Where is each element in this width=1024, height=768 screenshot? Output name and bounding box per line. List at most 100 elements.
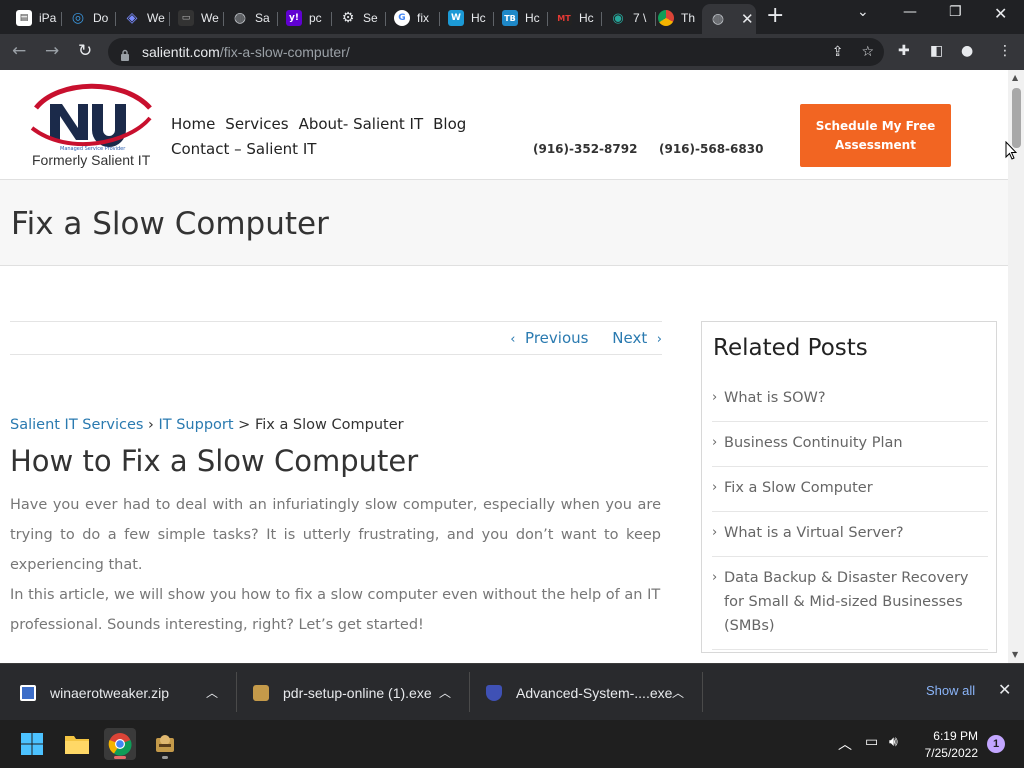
network-icon[interactable]: ▭ <box>865 734 878 750</box>
scroll-up-arrow-icon[interactable]: ▲ <box>1012 73 1018 82</box>
title-band: Fix a Slow Computer <box>0 180 1008 266</box>
windows-favicon-icon: ◈ <box>126 10 138 26</box>
tb-favicon-icon: TB <box>502 10 518 26</box>
related-posts-list: › What is SOW? › Business Continuity Plan … <box>712 377 988 650</box>
nav-services[interactable]: Services <box>225 115 288 133</box>
schedule-assessment-button[interactable]: Schedule My Free Assessment <box>800 104 951 167</box>
chevron-right-icon: › <box>712 435 718 450</box>
previous-post-link[interactable]: ‹ Previous <box>510 329 588 347</box>
share-icon[interactable]: ⇪ <box>832 44 844 60</box>
chevron-right-icon: › <box>712 525 718 540</box>
system-clock[interactable]: 6:19 PM 7/25/2022 <box>918 728 978 762</box>
back-button[interactable]: ← <box>12 41 26 61</box>
chevron-left-icon: ‹ <box>510 332 516 347</box>
side-panel-icon[interactable]: ◧ <box>930 43 943 59</box>
post-pager: ‹ Previous Next › <box>10 321 662 355</box>
nav-about[interactable]: About- Salient IT <box>299 115 424 133</box>
installer-file-icon <box>253 684 269 701</box>
clock-time: 6:19 PM <box>933 729 978 743</box>
chevron-right-icon: › <box>712 570 718 585</box>
related-post-link[interactable]: › Data Backup & Disaster Recovery for Sma… <box>712 557 988 650</box>
breadcrumb: Salient IT Services › IT Support > Fix a… <box>10 417 404 433</box>
close-icon[interactable]: ✕ <box>998 680 1011 699</box>
browser-tab[interactable]: MT Hc <box>548 4 602 32</box>
restore-button[interactable]: ❐ <box>949 4 962 20</box>
browser-tab[interactable]: ⚙ Se <box>332 4 386 32</box>
edge-favicon-icon: ◎ <box>71 10 85 26</box>
browser-tab-active[interactable]: ◍ ✕ <box>702 4 756 34</box>
related-post-link[interactable]: › Business Continuity Plan <box>712 422 988 467</box>
page-title: Fix a Slow Computer <box>11 206 329 242</box>
lock-icon <box>120 46 130 61</box>
chevron-up-icon[interactable]: ︿ <box>672 684 684 701</box>
related-post-link[interactable]: › Fix a Slow Computer <box>712 467 988 512</box>
nav-blog[interactable]: Blog <box>433 115 466 133</box>
shield-file-icon <box>486 684 502 701</box>
show-all-downloads-button[interactable]: Show all <box>926 683 975 698</box>
next-post-link[interactable]: Next › <box>612 329 662 347</box>
extensions-icon[interactable]: ✚ <box>898 43 910 59</box>
start-button[interactable] <box>16 728 48 760</box>
show-hidden-icons-chevron-icon[interactable]: ︿ <box>838 734 852 754</box>
tab-search-icon[interactable]: ⌄ <box>857 4 869 20</box>
chrome-favicon-icon <box>658 10 674 26</box>
installer-taskbar-button[interactable] <box>149 728 181 760</box>
file-explorer-button[interactable] <box>61 728 93 760</box>
folder-icon <box>65 736 89 754</box>
forward-button[interactable]: → <box>45 41 59 61</box>
close-window-button[interactable]: ✕ <box>994 4 1007 23</box>
chevron-right-icon: › <box>656 332 662 347</box>
chevron-right-icon: › <box>712 390 718 405</box>
phone-number-2[interactable]: (916)-568-6830 <box>659 142 763 156</box>
browser-tab[interactable]: Gfix <box>386 4 440 32</box>
address-bar[interactable]: salientit.com/fix-a-slow-computer/ ⇪ ☆ <box>108 38 884 66</box>
minimize-button[interactable]: — <box>903 4 917 20</box>
browser-tab[interactable]: Th <box>650 4 704 32</box>
browser-tab[interactable]: ◍ Sa <box>224 4 278 32</box>
scroll-down-arrow-icon[interactable]: ▼ <box>1012 650 1018 659</box>
yahoo-favicon-icon: y! <box>286 10 302 26</box>
phone-number-1[interactable]: (916)-352-8792 <box>533 142 637 156</box>
browser-tab[interactable]: ◎ Do <box>62 4 116 32</box>
browser-tab[interactable]: TB Hc <box>494 4 548 32</box>
globe-favicon-icon: ◍ <box>711 11 725 27</box>
site-header: Managed Service Provider Formerly Salien… <box>0 70 1008 180</box>
browser-tab-strip: ▤ iPa ◎ Do ◈ We ▭ We ◍ Sa y! pc ⚙ Se Gfix W Hc T… <box>0 0 1024 34</box>
browser-tab[interactable]: ◈ We <box>116 4 170 32</box>
url-text: salientit.com/fix-a-slow-computer/ <box>142 44 350 60</box>
google-favicon-icon: G <box>394 10 410 26</box>
menu-kebab-icon[interactable]: ⋮ <box>998 43 1012 59</box>
browser-tab[interactable]: W Hc <box>440 4 494 32</box>
related-post-link[interactable]: › What is a Virtual Server? <box>712 512 988 557</box>
close-tab-icon[interactable]: ✕ <box>741 10 754 28</box>
download-item[interactable]: pdr-setup-online (1).exe <box>253 664 432 721</box>
nav-home[interactable]: Home <box>171 115 215 133</box>
download-item[interactable]: Advanced-System-....exe <box>486 664 672 721</box>
sidebar-title: Related Posts <box>713 335 868 361</box>
new-tab-button[interactable]: + <box>766 5 784 27</box>
scrollbar-thumb[interactable] <box>1012 88 1021 148</box>
profile-icon[interactable]: ● <box>961 43 973 59</box>
related-post-link[interactable]: › What is SOW? <box>712 377 988 422</box>
bookmark-star-icon[interactable]: ☆ <box>861 44 874 60</box>
mouse-cursor-icon <box>1005 141 1017 160</box>
breadcrumb-link-services[interactable]: Salient IT Services <box>10 417 143 433</box>
browser-tab[interactable]: ◉ 7 \ <box>602 4 656 32</box>
download-item[interactable]: winaerotweaker.zip <box>20 664 169 721</box>
notification-badge[interactable]: 1 <box>987 735 1005 753</box>
mt-favicon-icon: MT <box>556 10 572 26</box>
reload-button[interactable]: ↻ <box>78 41 92 61</box>
volume-icon[interactable]: 🔊︎ <box>889 734 898 750</box>
nav-contact[interactable]: Contact – Salient IT <box>171 140 316 158</box>
chevron-up-icon[interactable]: ︿ <box>206 684 218 701</box>
breadcrumb-link-it-support[interactable]: IT Support <box>158 417 233 433</box>
browser-toolbar: ← → ↻ salientit.com/fix-a-slow-computer/… <box>0 34 1024 70</box>
chevron-right-icon: › <box>712 480 718 495</box>
eye-favicon-icon: ◉ <box>612 10 624 26</box>
browser-tab[interactable]: ▤ iPa <box>8 4 62 32</box>
chevron-up-icon[interactable]: ︿ <box>439 684 451 701</box>
logo-caption: Formerly Salient IT <box>32 152 151 168</box>
browser-tab[interactable]: ▭ We <box>170 4 224 32</box>
browser-tab[interactable]: y! pc <box>278 4 332 32</box>
chrome-taskbar-button[interactable] <box>104 728 136 760</box>
